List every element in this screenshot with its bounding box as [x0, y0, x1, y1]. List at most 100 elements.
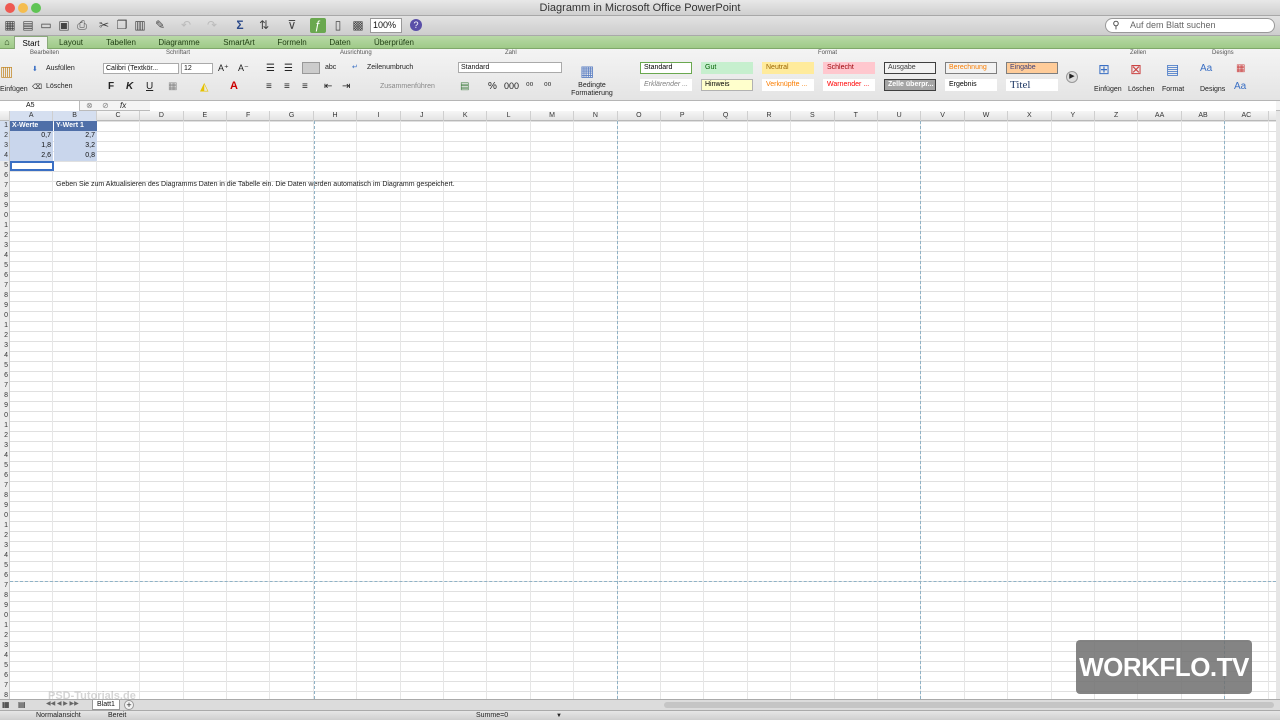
row-header[interactable]: 8: [0, 191, 10, 201]
row-header[interactable]: 8: [0, 591, 10, 601]
row-header[interactable]: 7: [0, 581, 10, 591]
cell-style-0[interactable]: Standard: [640, 62, 692, 74]
column-header-x[interactable]: X: [1008, 111, 1052, 121]
row-header[interactable]: 0: [0, 311, 10, 321]
delete-cells-button[interactable]: Löschen: [1128, 86, 1154, 93]
font-size-select[interactable]: 12: [181, 63, 213, 74]
autosum-icon[interactable]: Σ: [232, 18, 248, 33]
cell-style-7[interactable]: Erklärender ...: [640, 79, 692, 91]
spreadsheet-grid[interactable]: X-Werte Y-Wert 1 0,7 2,7 1,8 3,2 2,6 0,8…: [0, 121, 1276, 699]
column-header-u[interactable]: U: [878, 111, 922, 121]
cell-a2[interactable]: 0,7: [10, 131, 53, 141]
sort-icon[interactable]: ⇅: [256, 18, 272, 33]
column-header-s[interactable]: S: [791, 111, 835, 121]
column-header-q[interactable]: Q: [704, 111, 748, 121]
column-header-l[interactable]: L: [487, 111, 531, 121]
decrease-indent-icon[interactable]: ⇤: [324, 81, 332, 92]
row-header[interactable]: 5: [0, 461, 10, 471]
row-header[interactable]: 0: [0, 611, 10, 621]
row-header[interactable]: 2: [0, 431, 10, 441]
column-header-t[interactable]: T: [835, 111, 878, 121]
percent-button[interactable]: %: [488, 81, 497, 92]
row-header[interactable]: 8: [0, 391, 10, 401]
align-middle-icon[interactable]: ☰: [284, 63, 293, 74]
text-orientation-button[interactable]: abc: [325, 64, 336, 71]
minimize-window-button[interactable]: [18, 3, 28, 13]
row-header[interactable]: 2: [0, 631, 10, 641]
cell-style-1[interactable]: Gut: [701, 62, 753, 74]
row-header[interactable]: 1: [0, 421, 10, 431]
paste-button[interactable]: Einfügen: [0, 86, 28, 93]
row-header[interactable]: 6: [0, 371, 10, 381]
format-painter-icon[interactable]: ✎: [152, 18, 168, 33]
merge-button[interactable]: Zusammenführen: [380, 83, 435, 90]
row-header[interactable]: 5: [0, 261, 10, 271]
number-format-select[interactable]: Standard: [458, 62, 562, 73]
theme-fonts-button[interactable]: Aa: [1234, 81, 1246, 92]
clear-button[interactable]: Löschen: [46, 83, 72, 90]
open-icon[interactable]: ▭: [38, 18, 54, 33]
tab-smartart[interactable]: SmartArt: [216, 36, 262, 49]
tab-daten[interactable]: Daten: [322, 36, 358, 49]
decrease-decimal-icon[interactable]: ⁰⁰: [544, 81, 551, 92]
undo-icon[interactable]: ↶: [178, 18, 194, 33]
column-header-o[interactable]: O: [618, 111, 661, 121]
font-name-select[interactable]: Calibri (Textkör...: [103, 63, 179, 74]
row-header[interactable]: 1: [0, 321, 10, 331]
tab-start[interactable]: Start: [14, 36, 48, 49]
filter-icon[interactable]: ⊽: [284, 18, 300, 33]
column-header-c[interactable]: C: [97, 111, 141, 121]
help-icon[interactable]: ?: [410, 19, 422, 31]
save-icon[interactable]: ▣: [56, 18, 72, 33]
insert-cells-button[interactable]: Einfügen: [1094, 86, 1122, 93]
underline-button[interactable]: U: [146, 81, 153, 92]
column-header-w[interactable]: W: [965, 111, 1009, 121]
paste-icon[interactable]: ▥: [0, 63, 13, 80]
cell-style-11[interactable]: Zelle überpr...: [884, 79, 936, 91]
redo-icon[interactable]: ↷: [204, 18, 220, 33]
confirm-entry-icon[interactable]: ⊘: [102, 101, 109, 110]
themes-button[interactable]: Designs: [1200, 86, 1225, 93]
column-header-k[interactable]: K: [444, 111, 488, 121]
row-header[interactable]: 3: [0, 441, 10, 451]
column-header-aa[interactable]: AA: [1138, 111, 1182, 121]
column-header-r[interactable]: R: [748, 111, 792, 121]
column-header-i[interactable]: I: [357, 111, 401, 121]
row-header[interactable]: 2: [0, 231, 10, 241]
row-header[interactable]: 5: [0, 361, 10, 371]
insert-function-button[interactable]: fx: [120, 101, 126, 110]
column-header-a[interactable]: A: [10, 111, 54, 121]
row-header[interactable]: 6: [0, 171, 10, 181]
row-header[interactable]: 5: [0, 661, 10, 671]
row-header[interactable]: 9: [0, 201, 10, 211]
row-header[interactable]: 9: [0, 301, 10, 311]
row-header[interactable]: 1: [0, 221, 10, 231]
shrink-font-icon[interactable]: A⁻: [238, 63, 249, 74]
row-header[interactable]: 7: [0, 681, 10, 691]
row-header[interactable]: 3: [0, 141, 10, 151]
row-header[interactable]: 8: [0, 491, 10, 501]
column-header-j[interactable]: J: [401, 111, 444, 121]
home-icon[interactable]: ⌂: [2, 36, 12, 49]
row-header[interactable]: 4: [0, 651, 10, 661]
row-header[interactable]: 2: [0, 331, 10, 341]
row-header[interactable]: 0: [0, 511, 10, 521]
name-box[interactable]: A5: [0, 101, 80, 111]
column-header-ab[interactable]: AB: [1182, 111, 1226, 121]
row-header[interactable]: 6: [0, 671, 10, 681]
formula-input[interactable]: [150, 101, 1276, 111]
cell-style-12[interactable]: Ergebnis: [945, 79, 997, 91]
fill-color-icon[interactable]: ◭: [200, 80, 208, 93]
cell-b2[interactable]: 2,7: [54, 131, 97, 141]
row-header[interactable]: 1: [0, 621, 10, 631]
format-cells-icon[interactable]: ▤: [1166, 61, 1179, 78]
cancel-entry-icon[interactable]: ⊗: [86, 101, 93, 110]
cell-b1[interactable]: Y-Wert 1: [54, 121, 97, 131]
column-header-ac[interactable]: AC: [1225, 111, 1269, 121]
font-color-icon[interactable]: A: [230, 80, 238, 92]
template-gallery-icon[interactable]: ▤: [20, 18, 36, 33]
themes-icon[interactable]: Aa: [1200, 63, 1212, 74]
align-center-icon[interactable]: ≡: [284, 81, 290, 92]
wrap-text-button[interactable]: Zeilenumbruch: [367, 64, 413, 71]
row-header[interactable]: 1: [0, 521, 10, 531]
